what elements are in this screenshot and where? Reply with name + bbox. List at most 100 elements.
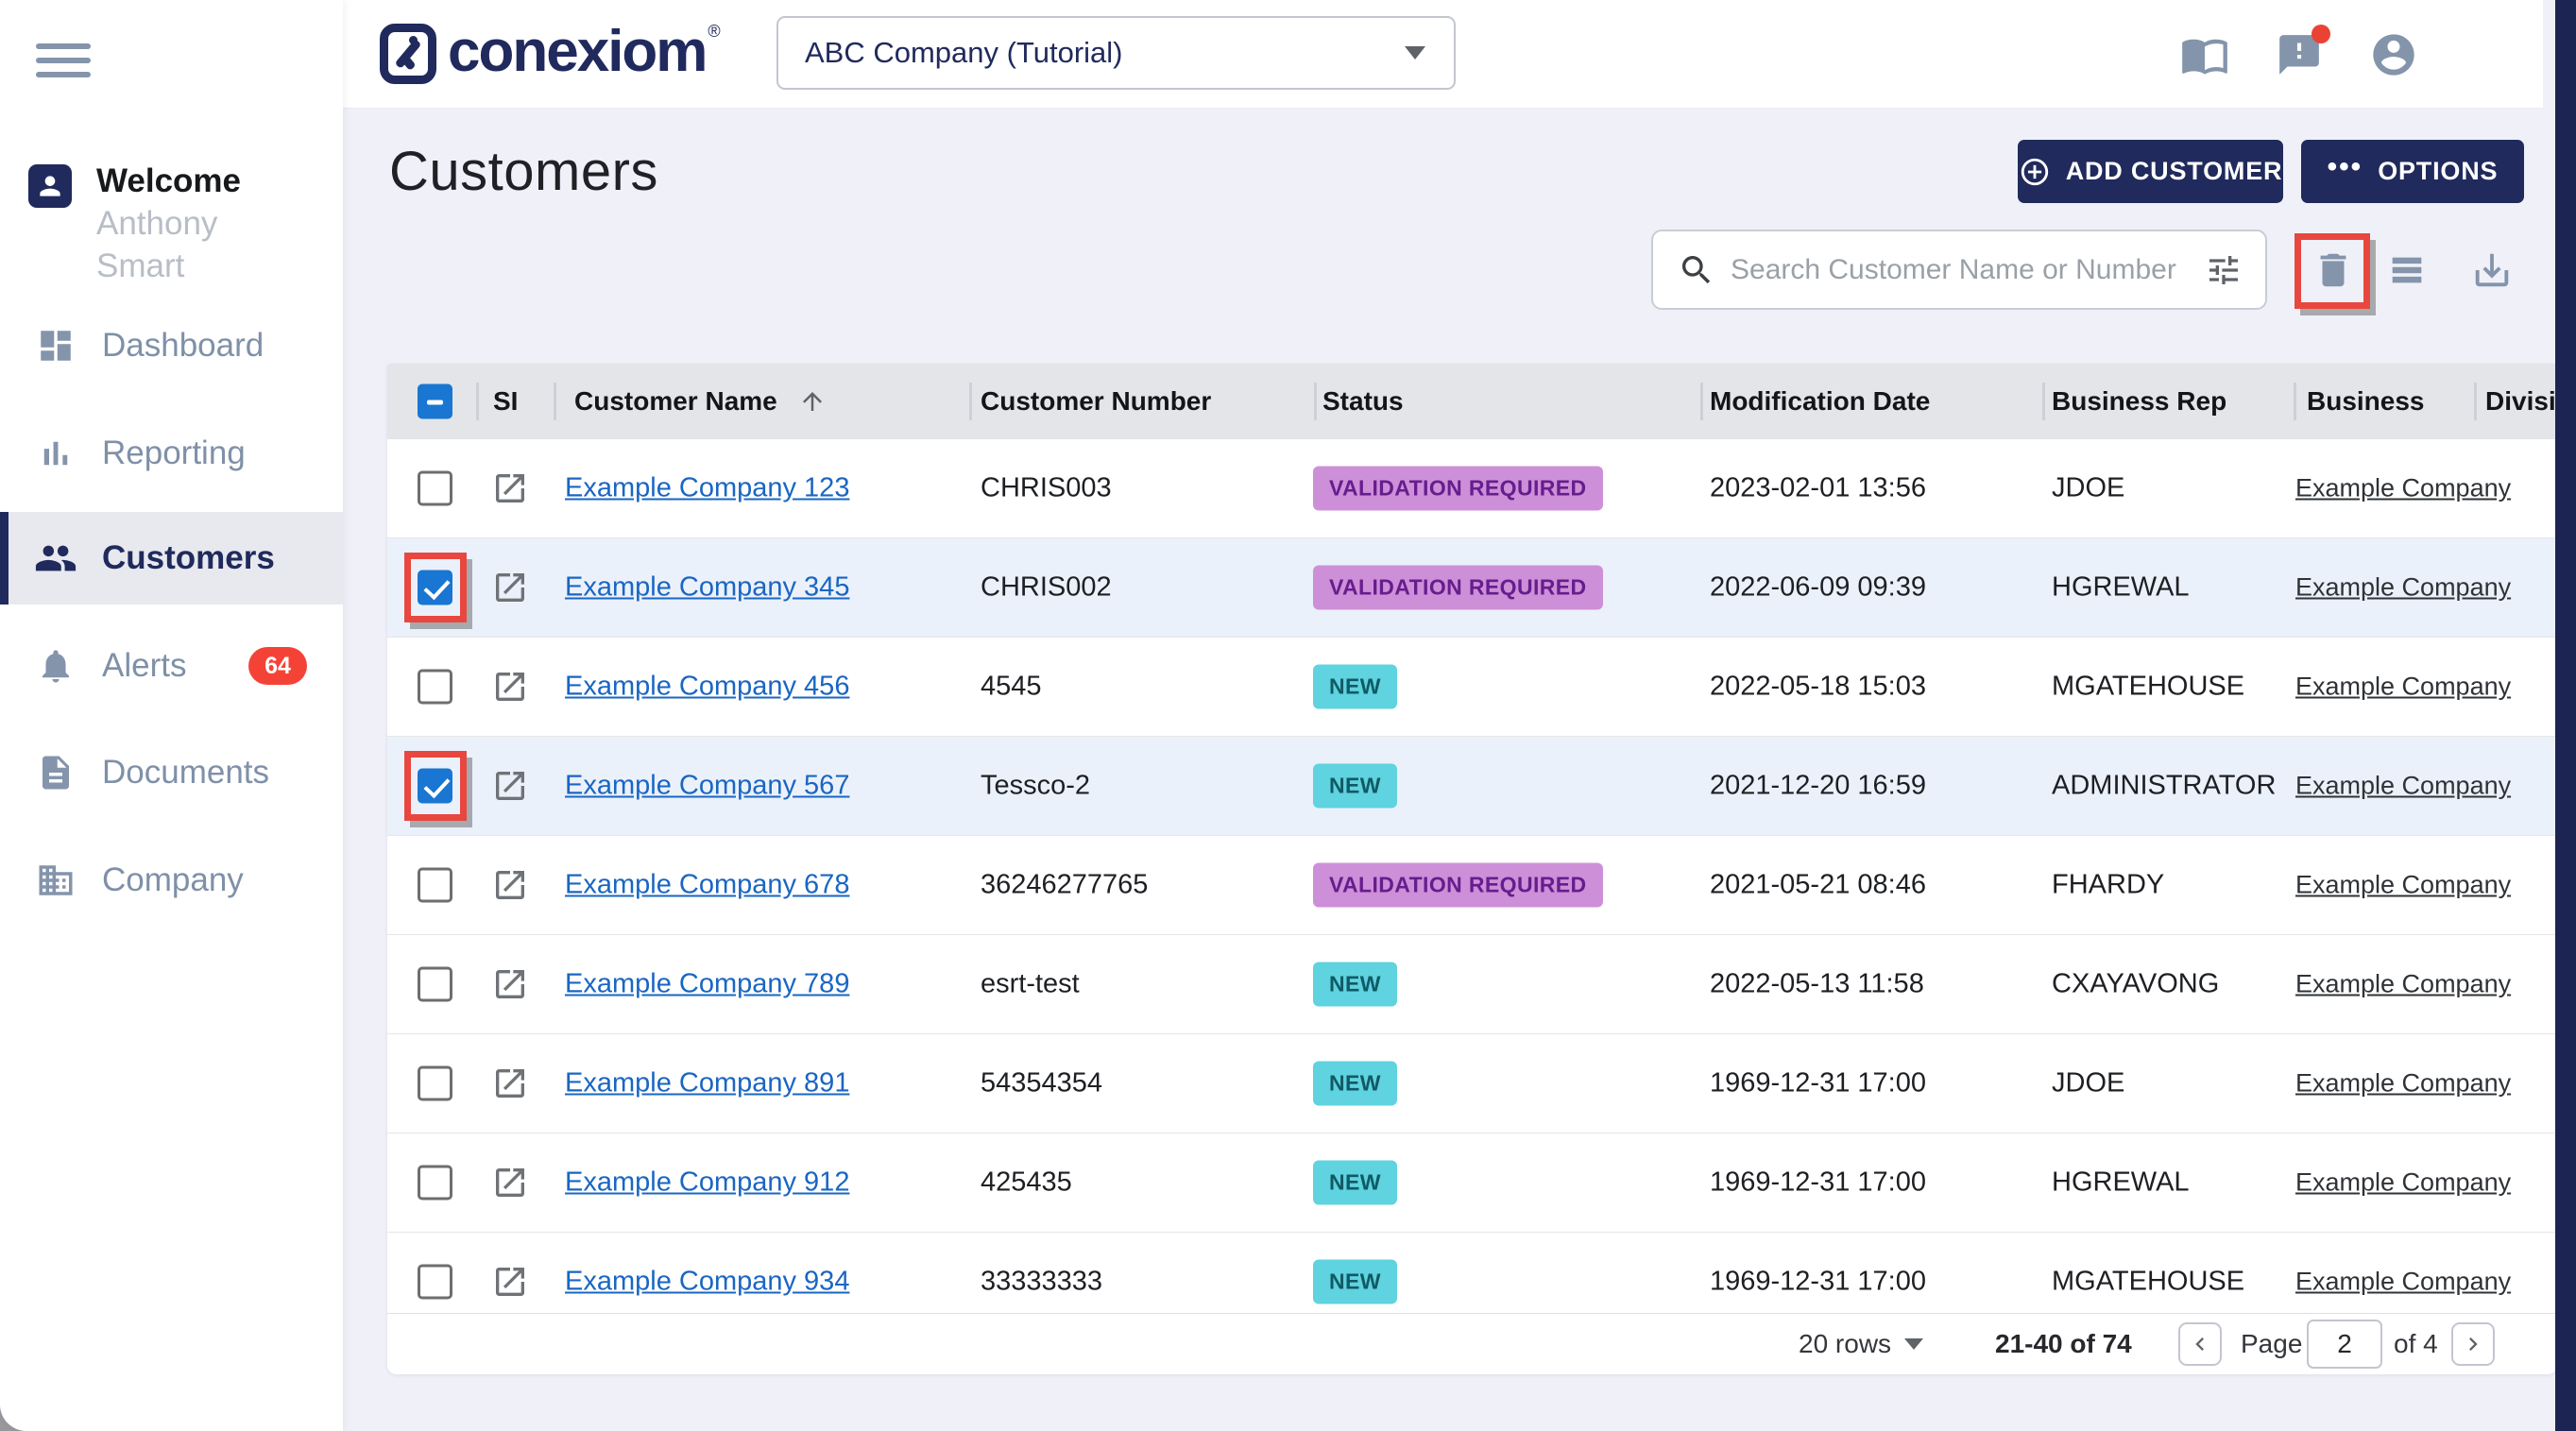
customer-name-link[interactable]: Example Company 567 [565, 771, 849, 802]
business-link[interactable]: Example Company [2295, 1268, 2511, 1297]
sort-asc-icon[interactable] [798, 387, 827, 416]
business-link[interactable]: Example Company [2295, 673, 2511, 702]
column-header-customer-number[interactable]: Customer Number [981, 386, 1211, 417]
business-rep: JDOE [2052, 473, 2124, 504]
status-badge: NEW [1313, 963, 1397, 1007]
row-checkbox[interactable] [418, 967, 452, 1002]
search-input[interactable] [1731, 254, 2205, 286]
sidebar-item-dashboard[interactable]: Dashboard [0, 299, 343, 392]
table-row[interactable]: Example Company 123 CHRIS003 VALIDATION … [387, 439, 2557, 538]
knowledge-base-button[interactable] [2180, 30, 2229, 79]
row-checkbox[interactable] [418, 868, 452, 903]
open-in-new-icon[interactable] [491, 767, 529, 805]
business-link[interactable]: Example Company [2295, 1069, 2511, 1099]
business-link[interactable]: Example Company [2295, 474, 2511, 503]
registered-mark: ® [708, 22, 720, 41]
column-header-business[interactable]: Business [2307, 386, 2425, 417]
row-checkbox[interactable] [418, 1066, 452, 1101]
sidebar-item-company[interactable]: Company [0, 834, 343, 927]
table-row[interactable]: Example Company 891 54354354 NEW 1969-12… [387, 1034, 2557, 1133]
customer-name-link[interactable]: Example Company 123 [565, 473, 849, 504]
filter-sliders-icon[interactable] [2205, 251, 2243, 289]
row-checkbox[interactable] [418, 1166, 452, 1201]
open-in-new-icon[interactable] [491, 965, 529, 1003]
business-link[interactable]: Example Company [2295, 871, 2511, 900]
row-checkbox[interactable] [418, 670, 452, 705]
dashboard-icon [34, 324, 77, 367]
customer-number: 4545 [981, 672, 1042, 703]
table-row[interactable]: Example Company 456 4545 NEW 2022-05-18 … [387, 638, 2557, 737]
select-all-checkbox[interactable] [418, 384, 452, 419]
open-in-new-icon[interactable] [491, 668, 529, 706]
row-checkbox[interactable] [418, 1265, 452, 1300]
account-circle-icon [2369, 30, 2418, 79]
feedback-button[interactable] [2275, 30, 2324, 79]
business-link[interactable]: Example Company [2295, 1168, 2511, 1198]
table-row[interactable]: Example Company 567 Tessco-2 NEW 2021-12… [387, 737, 2557, 836]
column-header-business-rep[interactable]: Business Rep [2052, 386, 2226, 417]
modification-date: 2022-05-13 11:58 [1710, 969, 1924, 1000]
table-row[interactable]: Example Company 789 esrt-test NEW 2022-0… [387, 935, 2557, 1034]
business-rep: FHARDY [2052, 870, 2164, 901]
menu-toggle-icon[interactable] [36, 43, 91, 81]
page-label: Page [2241, 1329, 2302, 1359]
sidebar-item-reporting[interactable]: Reporting [0, 407, 343, 500]
column-header-status[interactable]: Status [1322, 386, 1404, 417]
open-in-new-icon[interactable] [491, 866, 529, 904]
modification-date: 1969-12-31 17:00 [1710, 1267, 1926, 1298]
open-in-new-icon[interactable] [491, 1263, 529, 1301]
rows-per-page-select[interactable]: 20 rows [1799, 1329, 1923, 1359]
open-in-new-icon[interactable] [491, 469, 529, 507]
page-number-input[interactable] [2307, 1320, 2382, 1369]
customer-name-link[interactable]: Example Company 345 [565, 572, 849, 604]
table-row[interactable]: Example Company 934 33333333 NEW 1969-12… [387, 1233, 2557, 1313]
company-selector[interactable]: ABC Company (Tutorial) [776, 16, 1456, 90]
business-link[interactable]: Example Company [2295, 970, 2511, 999]
sidebar: Welcome Anthony Smart Dashboard Reportin… [0, 0, 343, 1431]
window-edge-strip [2555, 0, 2576, 1431]
customer-name-link[interactable]: Example Company 789 [565, 969, 849, 1000]
column-divider [2474, 383, 2477, 420]
column-header-division[interactable]: Division [2485, 386, 2557, 417]
pagination-range: 21-40 of 74 [1995, 1329, 2132, 1359]
modification-date: 2022-06-09 09:39 [1710, 572, 1926, 604]
table-row[interactable]: Example Company 345 CHRIS002 VALIDATION … [387, 538, 2557, 638]
main-content: Customers ADD CUSTOMER ••• OPTIONS SI Cu… [343, 109, 2555, 1431]
page-title: Customers [389, 140, 658, 203]
table-row[interactable]: Example Company 678 36246277765 VALIDATI… [387, 836, 2557, 935]
row-checkbox[interactable] [418, 571, 452, 605]
chevron-left-icon [2187, 1331, 2213, 1357]
column-header-si[interactable]: SI [493, 386, 518, 417]
add-customer-button[interactable]: ADD CUSTOMER [2018, 140, 2283, 203]
account-button[interactable] [2369, 30, 2418, 79]
conexiom-logo[interactable]: conexiom ® [380, 22, 721, 84]
open-in-new-icon[interactable] [491, 1065, 529, 1102]
sidebar-item-alerts[interactable]: Alerts 64 [0, 620, 343, 712]
row-checkbox[interactable] [418, 471, 452, 506]
next-page-button[interactable] [2451, 1322, 2495, 1366]
customer-name-link[interactable]: Example Company 678 [565, 870, 849, 901]
column-header-customer-name[interactable]: Customer Name [574, 386, 827, 417]
options-button[interactable]: ••• OPTIONS [2301, 140, 2524, 203]
modification-date: 2022-05-18 15:03 [1710, 672, 1926, 703]
column-header-modification-date[interactable]: Modification Date [1710, 386, 1930, 417]
delete-button[interactable] [2310, 247, 2357, 294]
sidebar-item-customers[interactable]: Customers [0, 512, 343, 605]
open-in-new-icon[interactable] [491, 1164, 529, 1201]
customer-name-link[interactable]: Example Company 456 [565, 672, 849, 703]
customer-name-link[interactable]: Example Company 912 [565, 1167, 849, 1199]
customer-name-link[interactable]: Example Company 891 [565, 1068, 849, 1099]
business-link[interactable]: Example Company [2295, 573, 2511, 603]
open-in-new-icon[interactable] [491, 569, 529, 606]
prev-page-button[interactable] [2178, 1322, 2222, 1366]
table-row[interactable]: Example Company 912 425435 NEW 1969-12-3… [387, 1133, 2557, 1233]
row-density-button[interactable] [2383, 247, 2431, 294]
sidebar-item-documents[interactable]: Documents [0, 726, 343, 819]
chevron-right-icon [2460, 1331, 2486, 1357]
modification-date: 1969-12-31 17:00 [1710, 1167, 1926, 1199]
row-checkbox[interactable] [418, 769, 452, 804]
export-download-button[interactable] [2468, 247, 2516, 294]
bell-icon [34, 644, 77, 688]
customer-name-link[interactable]: Example Company 934 [565, 1267, 849, 1298]
business-link[interactable]: Example Company [2295, 772, 2511, 801]
